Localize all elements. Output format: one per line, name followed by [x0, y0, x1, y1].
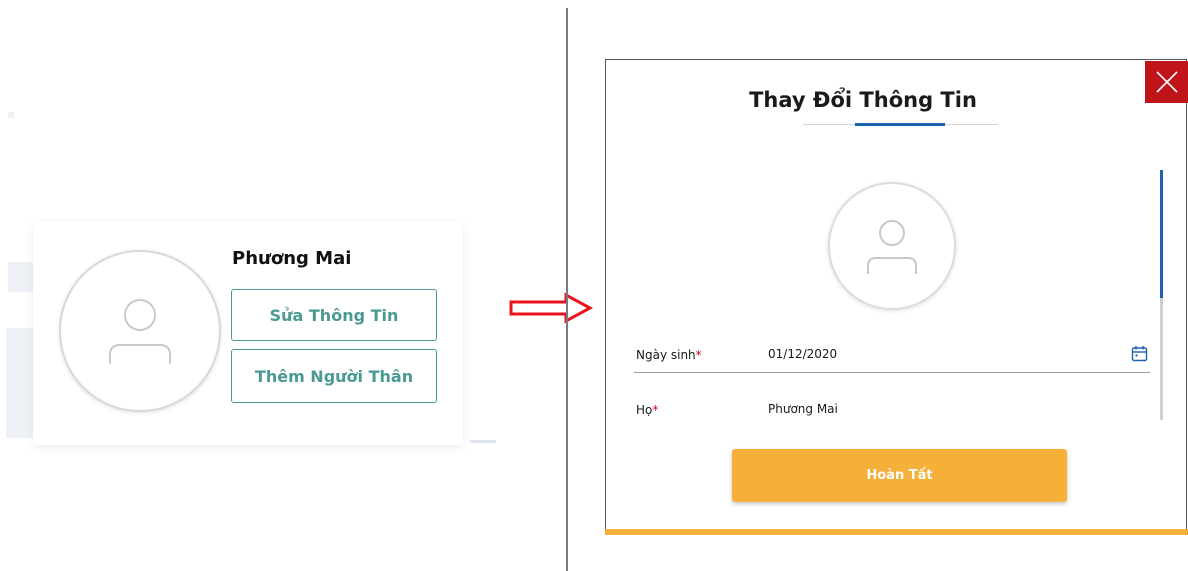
edit-info-button[interactable]: Sửa Thông Tin	[231, 289, 437, 341]
title-underline-active	[855, 123, 945, 126]
profile-card: Phương Mai Sửa Thông Tin Thêm Người Thân	[33, 222, 463, 445]
background-block	[6, 328, 33, 438]
right-arrow-icon	[509, 292, 594, 324]
close-button[interactable]	[1145, 61, 1188, 103]
required-mark: *	[695, 348, 702, 362]
calendar-icon[interactable]	[1131, 345, 1148, 362]
modal-avatar[interactable]	[828, 182, 956, 310]
birthdate-label: Ngày sinh*	[636, 348, 702, 362]
divider	[566, 8, 568, 571]
user-icon	[109, 299, 171, 364]
close-icon	[1155, 71, 1178, 93]
birthdate-input[interactable]	[768, 347, 1108, 361]
background-block	[470, 440, 496, 443]
lastname-label-text: Họ	[636, 403, 653, 417]
page: Phương Mai Sửa Thông Tin Thêm Người Thân…	[0, 0, 1188, 571]
background-block	[8, 112, 14, 118]
modal-bottom-accent	[605, 529, 1188, 535]
required-mark: *	[652, 403, 659, 417]
user-icon	[867, 220, 917, 274]
complete-button[interactable]: Hoàn Tất	[732, 449, 1067, 502]
profile-name: Phương Mai	[232, 248, 352, 269]
lastname-label: Họ*	[636, 403, 658, 417]
birthdate-underline	[634, 372, 1150, 373]
add-relative-button[interactable]: Thêm Người Thân	[231, 349, 437, 403]
lastname-input[interactable]	[768, 402, 1108, 416]
background-block	[8, 262, 33, 292]
avatar[interactable]	[59, 250, 221, 412]
birthdate-label-text: Ngày sinh	[636, 348, 696, 362]
modal-title: Thay Đổi Thông Tin	[749, 88, 977, 112]
scrollbar-thumb[interactable]	[1160, 170, 1163, 298]
